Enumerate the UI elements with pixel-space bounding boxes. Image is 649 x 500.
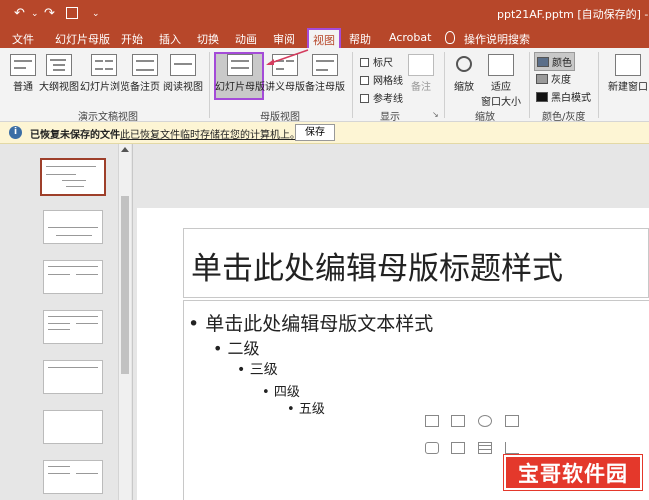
- group-label-color-gray: 颜色/灰度: [542, 112, 586, 123]
- outline-view-button[interactable]: 大纲视图: [38, 54, 80, 93]
- insert-smartart-icon[interactable]: [425, 442, 439, 454]
- group-label-master-views: 母版视图: [260, 112, 300, 123]
- new-window-button[interactable]: 新建窗口: [604, 54, 649, 93]
- fit-to-window-icon: [488, 54, 514, 76]
- ribbon-separator: [352, 52, 353, 118]
- customize-qat-icon[interactable]: ⌄: [92, 9, 100, 19]
- ribbon-separator: [529, 52, 530, 118]
- color-swatch-icon: [537, 57, 549, 67]
- slide-master-icon: [227, 54, 253, 76]
- gridlines-checkbox[interactable]: 网格线: [360, 72, 403, 87]
- layout-thumbnail[interactable]: [43, 460, 103, 494]
- title-bar: ↶ ⌄ ↷ ⌄ ppt21AF.pptm [自动保存的] - Pow: [0, 0, 649, 28]
- ribbon-tabs: 文件 幻灯片母版 开始 插入 切换 动画 审阅 视图 帮助 Acrobat 操作…: [0, 28, 649, 48]
- tab-transitions[interactable]: 切换: [197, 31, 219, 47]
- recovered-file-infobar: i 已恢复未保存的文件 此已恢复文件临时存储在您的计算机上。 保存: [0, 122, 649, 144]
- normal-view-icon: [10, 54, 36, 76]
- infobar-message[interactable]: 此已恢复文件临时存储在您的计算机上。: [120, 126, 300, 141]
- black-white-button[interactable]: 黑白模式: [534, 88, 593, 105]
- notes-page-button[interactable]: 备注页: [129, 54, 161, 93]
- insert-online-picture-icon[interactable]: [451, 415, 465, 427]
- slide-title-text: 单击此处编辑母版标题样式: [191, 251, 563, 287]
- color-mode-button[interactable]: 颜色: [534, 52, 575, 71]
- insert-chart-icon[interactable]: [505, 442, 519, 454]
- slide-thumbnail-pane: [0, 144, 133, 500]
- notes-master-icon: [312, 54, 338, 76]
- insert-picture-icon[interactable]: [425, 415, 439, 427]
- guides-checkbox[interactable]: 参考线: [360, 90, 403, 105]
- lightbulb-icon: [445, 31, 455, 44]
- infobar-title: 已恢复未保存的文件: [30, 130, 120, 141]
- checkbox-box: [360, 94, 369, 103]
- slide-sorter-icon: [91, 54, 117, 76]
- layout-thumbnail[interactable]: [43, 410, 103, 444]
- magnifier-icon: [456, 56, 472, 72]
- ribbon-separator: [209, 52, 210, 118]
- bullet-level-5: • 五级: [287, 402, 325, 417]
- insert-video-icon[interactable]: [451, 442, 465, 454]
- layout-thumbnail[interactable]: [43, 360, 103, 394]
- ribbon-separator: [598, 52, 599, 118]
- infobar-save-button[interactable]: 保存: [295, 124, 335, 141]
- tab-review[interactable]: 审阅: [273, 31, 295, 47]
- fit-to-window-button[interactable]: 适应 窗口大小: [480, 54, 522, 108]
- tab-slide-master[interactable]: 幻灯片母版: [55, 31, 110, 47]
- ribbon-separator: [444, 52, 445, 118]
- insert-table-icon[interactable]: [478, 442, 492, 454]
- dialog-launcher-icon[interactable]: ↘: [432, 110, 439, 119]
- outline-view-icon: [46, 54, 72, 76]
- tell-me-search[interactable]: 操作说明搜索: [464, 31, 530, 47]
- group-label-show: 显示: [380, 112, 400, 123]
- undo-icon[interactable]: ↶: [14, 6, 25, 21]
- ribbon: 普通 大纲视图 幻灯片浏览 备注页 阅读视图 演示文稿视图 幻灯片母版 讲义母版…: [0, 48, 649, 123]
- document-title: ppt21AF.pptm [自动保存的] - Pow: [497, 8, 649, 21]
- bw-swatch-icon: [536, 92, 548, 102]
- layout-thumbnail[interactable]: [43, 210, 103, 244]
- checkbox-box: [360, 58, 369, 67]
- redo-icon[interactable]: ↷: [44, 6, 55, 21]
- group-label-presentation-views: 演示文稿视图: [78, 112, 138, 123]
- reading-view-icon: [170, 54, 196, 76]
- tab-acrobat[interactable]: Acrobat: [389, 31, 431, 44]
- bullet-level-1: • 单击此处编辑母版文本样式: [188, 313, 434, 335]
- tab-view[interactable]: 视图: [307, 28, 341, 48]
- tab-home[interactable]: 开始: [121, 31, 143, 47]
- scrollbar-thumb[interactable]: [121, 196, 129, 374]
- bullet-level-3: • 三级: [237, 362, 278, 378]
- layout-thumbnail[interactable]: [43, 260, 103, 294]
- annotation-arrow: [266, 49, 309, 65]
- tab-file[interactable]: 文件: [12, 31, 34, 47]
- site-watermark: 宝哥软件园: [504, 455, 642, 490]
- undo-dropdown-icon[interactable]: ⌄: [31, 9, 39, 19]
- bullet-level-2: • 二级: [213, 339, 260, 358]
- thumbnail-scrollbar[interactable]: [118, 144, 131, 500]
- notes-icon: [408, 54, 434, 76]
- tab-help[interactable]: 帮助: [349, 31, 371, 47]
- title-placeholder[interactable]: 单击此处编辑母版标题样式: [183, 228, 649, 298]
- tab-animations[interactable]: 动画: [235, 31, 257, 47]
- ruler-checkbox[interactable]: 标尺: [360, 54, 393, 69]
- info-icon: i: [9, 126, 22, 139]
- insert-icons-icon[interactable]: [478, 415, 492, 427]
- checkbox-box: [360, 76, 369, 85]
- group-label-zoom: 缩放: [475, 112, 495, 123]
- insert-3d-model-icon[interactable]: [505, 415, 519, 427]
- notes-page-icon: [132, 54, 158, 76]
- tab-insert[interactable]: 插入: [159, 31, 181, 47]
- new-window-icon: [615, 54, 641, 76]
- grayscale-swatch-icon: [536, 74, 548, 84]
- slide-sorter-button[interactable]: 幻灯片浏览: [80, 54, 130, 93]
- normal-view-button[interactable]: 普通: [9, 54, 37, 93]
- reading-view-button[interactable]: 阅读视图: [163, 54, 203, 93]
- notes-button[interactable]: 备注: [408, 54, 434, 93]
- zoom-button[interactable]: 缩放: [451, 54, 477, 93]
- slide-master-button[interactable]: 幻灯片母版: [214, 54, 266, 93]
- scroll-up-arrow-icon[interactable]: [121, 147, 129, 152]
- layout-thumbnail[interactable]: [43, 310, 103, 344]
- grayscale-button[interactable]: 灰度: [534, 70, 573, 87]
- slide-master-thumbnail[interactable]: [40, 158, 106, 196]
- start-from-beginning-icon[interactable]: [66, 7, 78, 19]
